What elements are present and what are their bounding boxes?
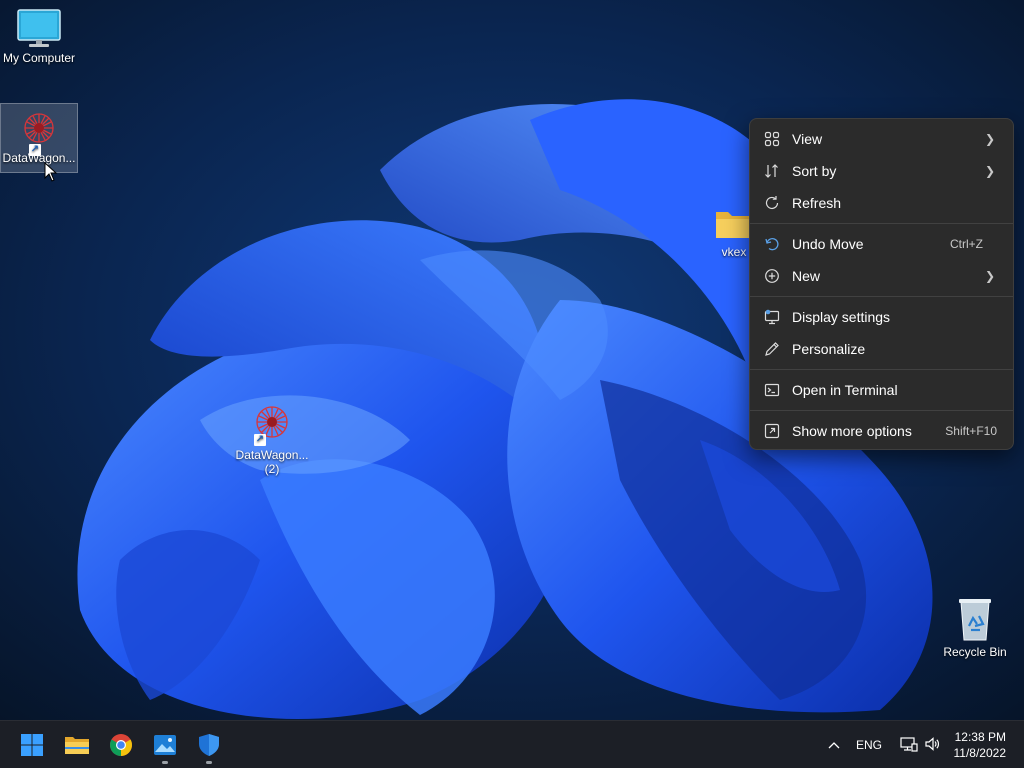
menu-separator bbox=[750, 296, 1013, 297]
recycle-bin-icon bbox=[959, 599, 991, 641]
desktop-icon-datawagon-2[interactable]: ↗ DataWagon... (2) bbox=[233, 400, 311, 476]
desktop-icon-label: My Computer bbox=[2, 51, 76, 65]
clock-date: 11/8/2022 bbox=[953, 746, 1007, 760]
refresh-icon bbox=[754, 195, 790, 211]
menu-item-sort-by[interactable]: Sort by ❯ bbox=[754, 155, 1009, 187]
menu-item-label: Personalize bbox=[792, 341, 866, 357]
volume-icon[interactable] bbox=[924, 736, 940, 755]
menu-item-label: Display settings bbox=[792, 309, 891, 325]
menu-item-view[interactable]: View ❯ bbox=[754, 123, 1009, 155]
desktop-context-menu: View ❯ Sort by ❯ Refresh Undo Move Ctrl+… bbox=[749, 118, 1014, 450]
menu-separator bbox=[750, 410, 1013, 411]
file-explorer-icon bbox=[65, 737, 89, 754]
desktop-icon-my-computer[interactable]: My Computer bbox=[0, 8, 78, 65]
menu-item-label: New bbox=[792, 268, 821, 284]
chevron-right-icon: ❯ bbox=[984, 164, 995, 178]
language-indicator[interactable]: ENG bbox=[856, 738, 882, 752]
desktop-icon-label: Recycle Bin bbox=[943, 645, 1007, 659]
taskbar-photos-button[interactable] bbox=[145, 725, 185, 765]
more-options-icon bbox=[754, 423, 790, 439]
folder-icon bbox=[716, 212, 752, 238]
sort-icon bbox=[754, 163, 790, 179]
menu-item-shortcut: Ctrl+Z bbox=[950, 237, 983, 251]
menu-item-label: Sort by bbox=[792, 163, 837, 179]
menu-item-show-more-options[interactable]: Show more options Shift+F10 bbox=[754, 415, 1009, 447]
menu-separator bbox=[750, 223, 1013, 224]
menu-item-shortcut: Shift+F10 bbox=[945, 424, 997, 438]
system-tray: ENG bbox=[824, 721, 940, 768]
menu-item-open-in-terminal[interactable]: Open in Terminal bbox=[754, 374, 1009, 406]
menu-item-new[interactable]: New ❯ bbox=[754, 260, 1009, 292]
desktop-icon-label: DataWagon... (2) bbox=[235, 448, 309, 476]
menu-item-label: Refresh bbox=[792, 195, 842, 211]
shortcut-arrow-icon: ↗ bbox=[29, 144, 41, 156]
chevron-right-icon: ❯ bbox=[984, 132, 995, 146]
undo-icon bbox=[754, 236, 790, 252]
taskbar-windows-security-button[interactable] bbox=[189, 725, 229, 765]
taskbar: ENG 12:38 PM 11/8/2022 bbox=[0, 720, 1024, 768]
terminal-icon bbox=[754, 382, 790, 398]
clock-time: 12:38 PM bbox=[954, 730, 1006, 744]
running-indicator bbox=[206, 761, 212, 764]
monitor-icon bbox=[17, 9, 61, 47]
menu-item-personalize[interactable]: Personalize bbox=[754, 333, 1009, 365]
menu-item-label: View bbox=[792, 131, 823, 147]
chrome-icon bbox=[110, 734, 132, 756]
network-icon[interactable] bbox=[900, 736, 918, 755]
view-grid-icon bbox=[754, 131, 790, 147]
photos-icon bbox=[154, 735, 176, 755]
mouse-pointer-icon bbox=[44, 162, 58, 182]
taskbar-start-button[interactable] bbox=[12, 725, 52, 765]
chevron-up-icon[interactable] bbox=[824, 738, 844, 752]
menu-item-refresh[interactable]: Refresh bbox=[754, 187, 1009, 219]
menu-item-display-settings[interactable]: Display settings bbox=[754, 301, 1009, 333]
menu-item-undo-move[interactable]: Undo Move Ctrl+Z bbox=[754, 228, 1009, 260]
windows-start-icon bbox=[21, 734, 43, 756]
security-shield-icon bbox=[199, 734, 219, 756]
running-indicator bbox=[162, 761, 168, 764]
pen-icon bbox=[754, 341, 790, 357]
datawagon-app-icon bbox=[24, 113, 54, 143]
menu-item-label: Show more options bbox=[792, 423, 912, 439]
new-plus-icon bbox=[754, 268, 790, 284]
shortcut-arrow-icon: ↗ bbox=[254, 434, 266, 446]
chevron-right-icon: ❯ bbox=[984, 269, 995, 283]
display-settings-icon bbox=[754, 309, 790, 325]
taskbar-chrome-button[interactable] bbox=[101, 725, 141, 765]
menu-item-label: Open in Terminal bbox=[792, 382, 898, 398]
desktop-icon-recycle-bin[interactable]: Recycle Bin bbox=[936, 596, 1014, 659]
desktop-icon-datawagon[interactable]: ↗ DataWagon... bbox=[0, 103, 78, 173]
clock[interactable]: 12:38 PM 11/8/2022 bbox=[954, 729, 1007, 761]
menu-separator bbox=[750, 369, 1013, 370]
taskbar-file-explorer-button[interactable] bbox=[57, 725, 97, 765]
menu-item-label: Undo Move bbox=[792, 236, 864, 252]
